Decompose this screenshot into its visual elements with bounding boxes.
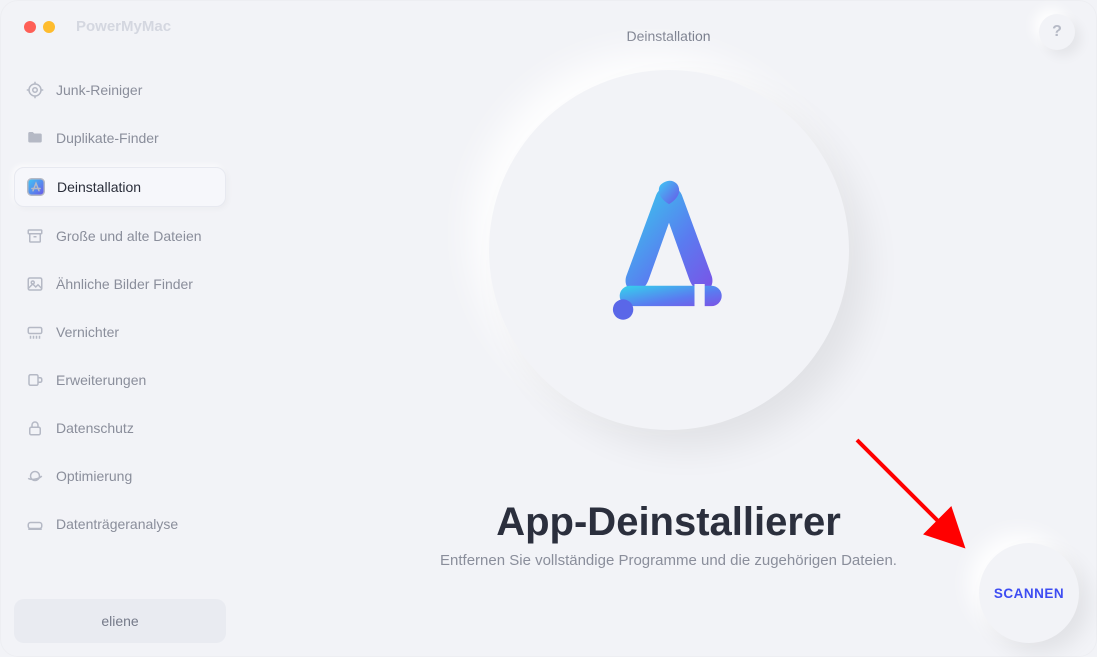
nav: Junk-Reiniger Duplikate-Finder Deinstall… — [14, 71, 226, 599]
sidebar-item-label: Datenträgeranalyse — [56, 516, 178, 532]
sidebar-item-label: Deinstallation — [57, 179, 141, 195]
help-button[interactable]: ? — [1039, 14, 1075, 50]
image-icon — [26, 275, 44, 293]
sidebar-item-label: Junk-Reiniger — [56, 82, 142, 98]
hero-icon-circle — [489, 70, 849, 430]
sidebar-item-duplicate-finder[interactable]: Duplikate-Finder — [14, 119, 226, 157]
sidebar-item-shredder[interactable]: Vernichter — [14, 313, 226, 351]
sidebar-item-large-old-files[interactable]: Große und alte Dateien — [14, 217, 226, 255]
shredder-icon — [26, 323, 44, 341]
main-heading: App-Deinstallierer — [240, 500, 1097, 545]
disk-icon — [26, 515, 44, 533]
app-name: PowerMyMac — [76, 18, 171, 35]
sidebar-item-similar-images[interactable]: Ähnliche Bilder Finder — [14, 265, 226, 303]
archive-icon — [26, 227, 44, 245]
titlebar: PowerMyMac — [14, 18, 226, 35]
appstore-icon — [27, 178, 45, 196]
sidebar-item-label: Erweiterungen — [56, 372, 146, 388]
scan-button[interactable]: SCANNEN — [979, 543, 1079, 643]
help-icon: ? — [1052, 23, 1062, 41]
lock-icon — [26, 419, 44, 437]
planet-icon — [26, 467, 44, 485]
header: Deinstallation ? — [262, 18, 1075, 54]
sidebar-item-disk-analysis[interactable]: Datenträgeranalyse — [14, 505, 226, 543]
sidebar-item-label: Vernichter — [56, 324, 119, 340]
minimize-window-button[interactable] — [43, 21, 55, 33]
user-label: eliene — [101, 613, 138, 629]
sidebar-item-label: Datenschutz — [56, 420, 134, 436]
target-icon — [26, 81, 44, 99]
sidebar-item-junk-cleaner[interactable]: Junk-Reiniger — [14, 71, 226, 109]
sidebar-item-extensions[interactable]: Erweiterungen — [14, 361, 226, 399]
sidebar-item-label: Ähnliche Bilder Finder — [56, 276, 193, 292]
sidebar-item-optimization[interactable]: Optimierung — [14, 457, 226, 495]
user-account-button[interactable]: eliene — [14, 599, 226, 643]
sidebar-item-label: Duplikate-Finder — [56, 130, 159, 146]
sidebar-item-privacy[interactable]: Datenschutz — [14, 409, 226, 447]
puzzle-icon — [26, 371, 44, 389]
appstore-large-icon — [584, 165, 754, 335]
sidebar-item-label: Große und alte Dateien — [56, 228, 202, 244]
close-window-button[interactable] — [24, 21, 36, 33]
main-subtitle: Entfernen Sie vollständige Programme und… — [240, 552, 1097, 569]
page-title: Deinstallation — [626, 28, 710, 44]
app-window: PowerMyMac Junk-Reiniger Duplikate-Finde… — [0, 0, 1097, 657]
main-content: Deinstallation ? — [240, 0, 1097, 657]
scan-button-label: SCANNEN — [994, 586, 1064, 601]
sidebar-item-label: Optimierung — [56, 468, 132, 484]
sidebar-item-uninstall[interactable]: Deinstallation — [14, 167, 226, 207]
sidebar: PowerMyMac Junk-Reiniger Duplikate-Finde… — [0, 0, 240, 657]
folder-icon — [26, 129, 44, 147]
